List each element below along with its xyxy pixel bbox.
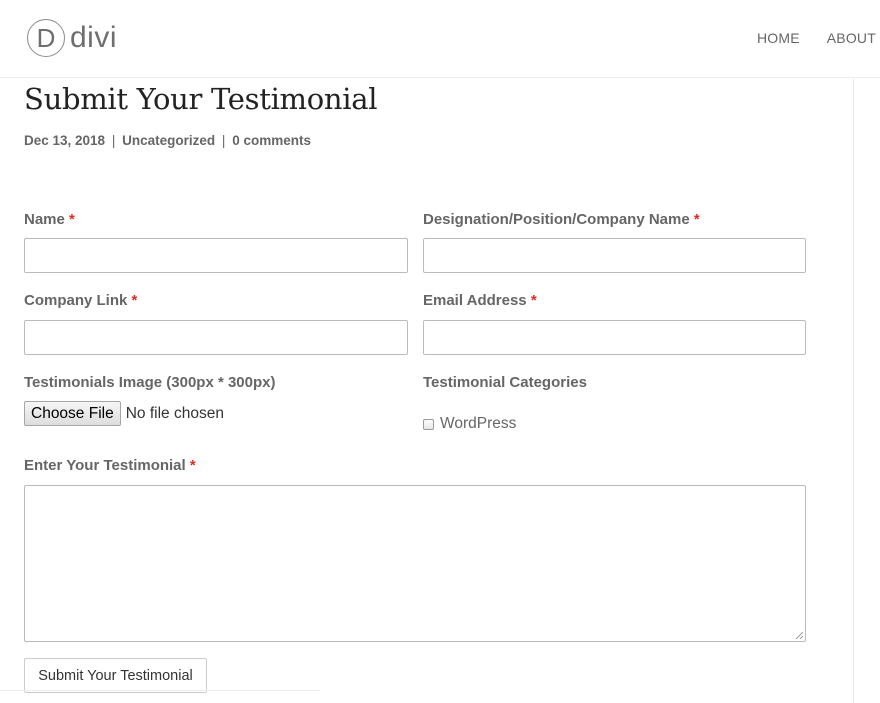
- page: D divi HOME ABOUT Submit Your Testimonia…: [0, 0, 880, 703]
- email-input[interactable]: [423, 320, 806, 355]
- post-meta: Dec 13, 2018 | Uncategorized | 0 comment…: [24, 133, 311, 148]
- required-mark: *: [131, 292, 138, 309]
- main-nav: HOME ABOUT: [757, 30, 876, 46]
- designation-label-text: Designation/Position/Company Name: [423, 211, 690, 228]
- footer-divider: [0, 690, 320, 691]
- required-mark: *: [693, 211, 700, 228]
- designation-input[interactable]: [423, 238, 806, 273]
- name-label-text: Name: [24, 211, 65, 228]
- categories-label: Testimonial Categories: [423, 374, 587, 391]
- designation-label: Designation/Position/Company Name *: [423, 211, 700, 228]
- company-link-label-text: Company Link: [24, 292, 128, 309]
- logo-word: divi: [70, 21, 118, 54]
- divi-logo[interactable]: D divi: [27, 13, 117, 63]
- required-mark: *: [69, 211, 75, 228]
- post-date: Dec 13, 2018: [24, 133, 106, 148]
- testimonial-textarea[interactable]: [24, 485, 806, 642]
- category-link[interactable]: Uncategorized: [122, 133, 215, 148]
- category-option: WordPress: [423, 415, 516, 433]
- email-label-text: Email Address: [423, 292, 527, 309]
- meta-separator: |: [221, 133, 226, 148]
- company-link-input[interactable]: [24, 320, 408, 355]
- image-label: Testimonials Image (300px * 300px): [24, 374, 276, 391]
- sidebar-divider: [853, 79, 854, 703]
- name-label: Name *: [24, 211, 75, 228]
- file-upload: Choose File No file chosen: [24, 401, 224, 426]
- meta-separator: |: [111, 133, 116, 148]
- submit-button[interactable]: Submit Your Testimonial: [24, 658, 207, 693]
- testimonial-label: Enter Your Testimonial *: [24, 457, 196, 474]
- wordpress-checkbox[interactable]: [423, 418, 434, 430]
- nav-about[interactable]: ABOUT: [827, 30, 876, 46]
- site-header: D divi HOME ABOUT: [0, 0, 880, 78]
- wordpress-checkbox-label[interactable]: WordPress: [440, 415, 516, 433]
- email-label: Email Address *: [423, 292, 537, 309]
- required-mark: *: [189, 457, 196, 474]
- file-status: No file chosen: [125, 404, 224, 422]
- company-link-label: Company Link *: [24, 292, 137, 309]
- testimonial-label-text: Enter Your Testimonial: [24, 457, 186, 474]
- logo-letter: D: [36, 23, 56, 53]
- logo-circle-icon: D: [27, 19, 65, 57]
- required-mark: *: [530, 292, 537, 309]
- comments-link[interactable]: 0 comments: [232, 133, 311, 148]
- resize-grip-icon[interactable]: [795, 631, 803, 639]
- page-title: Submit Your Testimonial: [24, 82, 378, 116]
- nav-home[interactable]: HOME: [757, 30, 800, 46]
- choose-file-button[interactable]: Choose File: [24, 401, 121, 426]
- name-input[interactable]: [24, 238, 408, 273]
